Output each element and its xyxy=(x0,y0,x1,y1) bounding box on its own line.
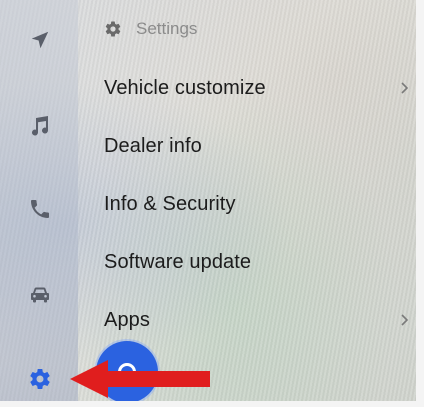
gear-icon xyxy=(104,20,122,38)
red-arrow-annotation xyxy=(70,360,210,398)
menu-item-info-security[interactable]: Info & Security xyxy=(104,184,416,224)
menu-item-label: Vehicle customize xyxy=(104,76,266,99)
menu-item-label: Apps xyxy=(104,308,150,331)
menu-item-label: Info & Security xyxy=(104,192,236,215)
phone-icon[interactable] xyxy=(22,191,58,227)
menu-item-label: Dealer info xyxy=(104,134,202,157)
chevron-right-icon xyxy=(401,314,409,326)
photo-border-right xyxy=(416,0,424,407)
photo-border-bottom xyxy=(0,401,424,407)
infotainment-screen: Settings Vehicle customize Dealer info I… xyxy=(0,0,424,407)
menu-item-dealer-info[interactable]: Dealer info xyxy=(104,126,416,166)
menu-item-label: Software update xyxy=(104,250,252,273)
page-title: Settings xyxy=(136,19,198,38)
left-rail xyxy=(0,0,78,407)
gear-icon[interactable] xyxy=(22,361,58,397)
menu-item-software-update[interactable]: Software update xyxy=(104,242,416,282)
page-header: Settings xyxy=(104,14,197,44)
navigation-arrow-icon[interactable] xyxy=(22,22,58,58)
menu-item-apps[interactable]: Apps xyxy=(104,300,416,340)
menu-item-vehicle-customize[interactable]: Vehicle customize xyxy=(104,68,416,108)
music-note-icon[interactable] xyxy=(22,108,58,144)
car-icon[interactable] xyxy=(22,276,58,312)
chevron-right-icon xyxy=(401,82,409,94)
